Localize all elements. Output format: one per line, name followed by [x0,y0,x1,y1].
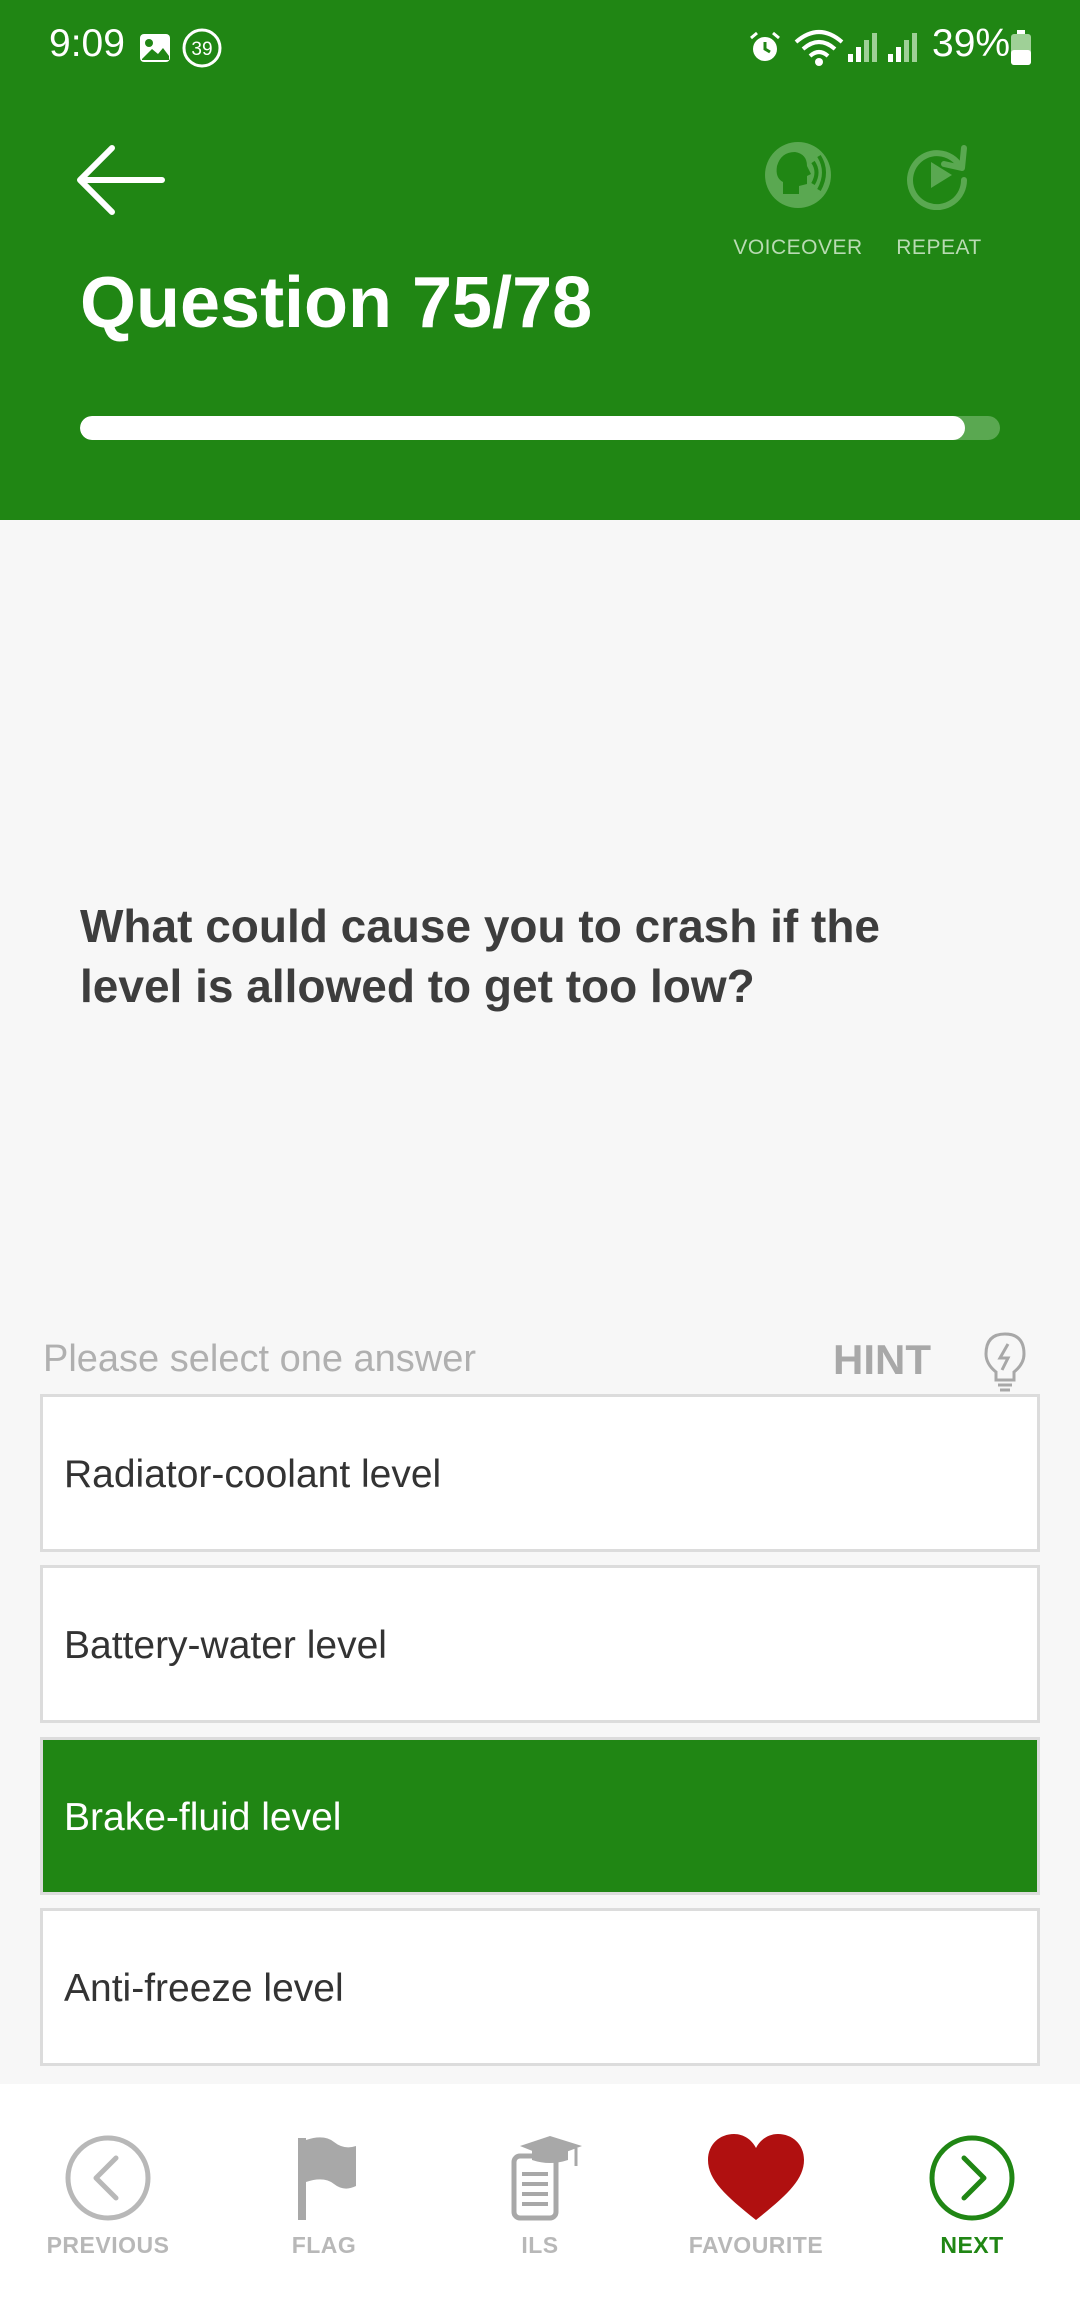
answer-option-label: Brake-fluid level [64,1796,342,1839]
answer-option[interactable]: Battery-water level [40,1565,1040,1723]
gallery-notification-icon [140,34,170,62]
progress-fill [80,416,965,440]
status-time: 9:09 [49,22,125,65]
favourite-button[interactable]: FAVOURITE [656,2134,856,2284]
repeat-icon [907,145,968,210]
favourite-label: FAVOURITE [688,2232,824,2258]
header: 9:09 39 39% VOICEOVER REPEAT Question 75… [0,0,1080,520]
select-instruction: Please select one answer [43,1338,477,1380]
answer-option[interactable]: Anti-freeze level [40,1908,1040,2066]
chevron-right-circle-icon [929,2135,1015,2221]
lightbulb-icon[interactable] [980,1330,1030,1394]
answer-option-label: Battery-water level [64,1624,387,1667]
notification-count-icon: 39 [182,28,222,68]
repeat-button[interactable]: REPEAT [869,140,1009,270]
voiceover-label: VOICEOVER [733,236,863,259]
battery-percent: 39% [932,22,1011,65]
repeat-label: REPEAT [896,236,982,259]
ils-button[interactable]: ILS [440,2134,640,2284]
bottom-navigation: PREVIOUS FLAG ILS FAVOURITE NEXT [0,2084,1080,2316]
back-button[interactable] [72,140,172,220]
notification-count: 39 [191,39,212,60]
voiceover-button[interactable]: VOICEOVER [728,140,868,270]
previous-label: PREVIOUS [46,2232,170,2258]
chevron-left-circle-icon [65,2135,151,2221]
answer-option[interactable]: Radiator-coolant level [40,1394,1040,1552]
graduation-document-icon [511,2136,582,2221]
wifi-icon [794,30,844,66]
answer-option-selected[interactable]: Brake-fluid level [40,1737,1040,1895]
status-bar: 9:09 39 39% [0,0,1080,96]
battery-icon [1011,30,1031,65]
voiceover-icon [765,142,831,208]
flag-button[interactable]: FLAG [224,2134,424,2284]
question-counter-title: Question 75/78 [80,263,593,343]
next-button[interactable]: NEXT [872,2134,1072,2284]
flag-label: FLAG [291,2232,357,2258]
signal-2-icon [888,33,917,62]
signal-icon [848,33,877,62]
next-label: NEXT [940,2232,1004,2258]
arrow-left-icon [77,145,165,215]
answer-option-label: Anti-freeze level [64,1967,344,2010]
question-text: What could cause you to crash if the lev… [80,900,881,1012]
ils-label: ILS [521,2232,559,2258]
answer-option-label: Radiator-coolant level [64,1453,442,1496]
progress-bar [80,416,1000,440]
previous-button[interactable]: PREVIOUS [8,2134,208,2284]
hint-button[interactable]: HINT [833,1336,931,1384]
flag-icon [298,2137,356,2220]
heart-icon [708,2134,804,2220]
alarm-icon [750,31,780,61]
